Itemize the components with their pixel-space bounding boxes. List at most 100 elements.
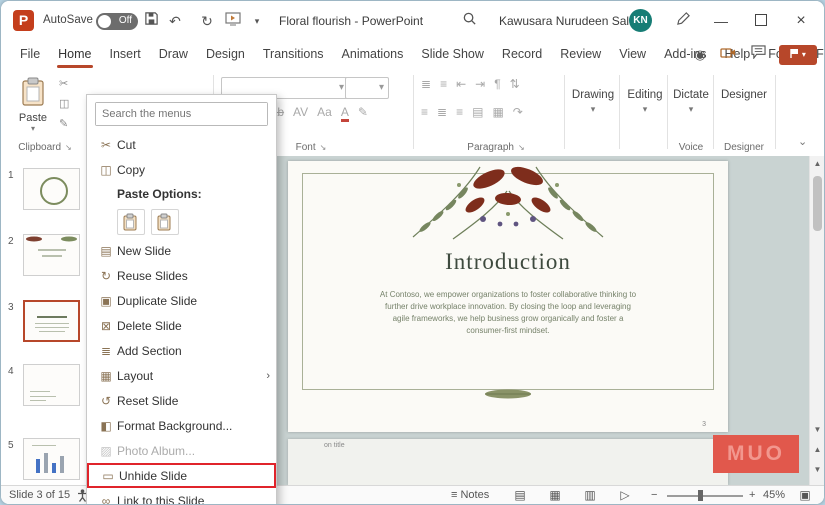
current-slide[interactable]: Introduction At Contoso, we empower orga… <box>288 161 728 432</box>
slide-counter[interactable]: Slide 3 of 15 <box>9 486 70 504</box>
thumbnail-preview[interactable] <box>23 438 80 480</box>
search-menus-input[interactable] <box>96 103 267 125</box>
designer-button[interactable]: Designer <box>717 89 771 101</box>
menu-tab-transitions[interactable]: Transitions <box>254 41 333 69</box>
format-painter-icon[interactable]: ✎ <box>59 117 69 130</box>
reading-view-button[interactable]: ▥ <box>579 486 601 504</box>
search-icon[interactable] <box>459 11 479 31</box>
menu-tab-file[interactable]: File <box>11 41 49 69</box>
redo-icon[interactable]: ↻ <box>197 11 217 31</box>
user-name[interactable]: Kawusara Nurudeen Salley <box>499 14 644 28</box>
dictate-button[interactable]: Dictate▾ <box>669 89 713 115</box>
context-item-format-background[interactable]: ◧Format Background... <box>87 413 276 438</box>
zoom-slider-thumb[interactable] <box>698 490 703 501</box>
close-button[interactable]: × <box>783 1 819 41</box>
powerpoint-logo-icon[interactable]: P <box>13 10 34 31</box>
autosave-toggle[interactable]: Off <box>96 13 138 30</box>
normal-view-button[interactable]: ▤ <box>509 486 531 504</box>
menu-tab-view[interactable]: View <box>610 41 655 69</box>
previous-slide-icon[interactable]: ▲︎ <box>810 442 824 457</box>
align-center-icon[interactable]: ≣ <box>437 105 447 119</box>
zoom-level[interactable]: 45% <box>763 486 785 504</box>
thumbnail-preview[interactable] <box>23 300 80 342</box>
menu-tab-draw[interactable]: Draw <box>150 41 197 69</box>
pen-icon[interactable] <box>673 11 693 31</box>
menu-tab-design[interactable]: Design <box>197 41 254 69</box>
font-size-combo[interactable]: ▾ <box>345 77 389 99</box>
next-slide-icon[interactable]: ▼︎ <box>810 462 824 477</box>
change-case-icon[interactable]: Aa <box>317 105 332 122</box>
next-slide-preview[interactable]: on title <box>288 439 728 485</box>
indent-increase-icon[interactable]: ⇥ <box>475 77 485 91</box>
context-item-new-slide[interactable]: ▤New Slide <box>87 238 276 263</box>
justify-icon[interactable]: ▤ <box>472 105 483 119</box>
thumbnail-preview[interactable] <box>23 168 80 210</box>
record-icon[interactable]: ◉ <box>689 45 711 65</box>
context-item-cut[interactable]: ✂Cut <box>87 132 276 157</box>
zoom-in-icon[interactable]: + <box>749 486 755 504</box>
collapse-ribbon-icon[interactable]: ⌄ <box>798 135 807 148</box>
notes-button[interactable]: ≡ Notes <box>451 486 489 504</box>
font-dialog-launcher-icon[interactable]: ↘ <box>320 143 327 152</box>
editing-button[interactable]: Editing▾ <box>623 89 667 115</box>
scrollbar-thumb[interactable] <box>813 176 822 231</box>
menu-tab-insert[interactable]: Insert <box>101 41 150 69</box>
menu-tab-animations[interactable]: Animations <box>333 41 413 69</box>
cut-icon[interactable]: ✂ <box>59 77 69 90</box>
align-left-icon[interactable]: ≡ <box>421 105 428 119</box>
paste-picture-icon[interactable] <box>151 209 179 235</box>
text-direction-icon[interactable]: ¶ <box>494 77 500 91</box>
indent-decrease-icon[interactable]: ⇤ <box>456 77 466 91</box>
comments-icon[interactable] <box>747 45 769 65</box>
save-icon[interactable] <box>141 11 161 31</box>
avatar[interactable]: KN <box>629 9 652 32</box>
context-item-copy[interactable]: ◫Copy <box>87 157 276 182</box>
context-item-reset-slide[interactable]: ↺Reset Slide <box>87 388 276 413</box>
scroll-down-icon[interactable]: ▼ <box>810 422 824 437</box>
minimize-button[interactable]: ― <box>703 1 739 41</box>
camera-icon[interactable] <box>717 45 739 65</box>
paragraph-dialog-launcher-icon[interactable]: ↘ <box>518 143 525 152</box>
zoom-out-icon[interactable]: − <box>651 486 657 504</box>
menu-tab-home[interactable]: Home <box>49 41 100 69</box>
start-slideshow-icon[interactable] <box>223 11 243 31</box>
bullets-icon[interactable]: ≣ <box>421 77 431 91</box>
share-button[interactable]: ▾ <box>779 45 817 65</box>
quick-access-dropdown-icon[interactable]: ▾ <box>247 11 267 31</box>
scroll-up-icon[interactable]: ▲ <box>810 156 824 171</box>
slide-title[interactable]: Introduction <box>288 249 728 275</box>
thumbnail-preview[interactable] <box>23 364 80 406</box>
context-item-duplicate-slide[interactable]: ▣Duplicate Slide <box>87 288 276 313</box>
font-color-icon[interactable]: A <box>341 105 349 122</box>
thumbnail-preview[interactable] <box>23 234 80 276</box>
slide-sorter-view-button[interactable]: ▦ <box>544 486 566 504</box>
highlight-color-icon[interactable]: ✎ <box>358 105 368 122</box>
menu-tab-record[interactable]: Record <box>493 41 551 69</box>
align-right-icon[interactable]: ≡ <box>456 105 463 119</box>
undo-icon[interactable]: ↶ <box>165 11 185 31</box>
context-item-reuse-slides[interactable]: ↻Reuse Slides <box>87 263 276 288</box>
slide-body-text[interactable]: At Contoso, we empower organizations to … <box>377 289 639 337</box>
copy-icon[interactable]: ◫ <box>59 97 69 110</box>
context-item-add-section[interactable]: ≣Add Section <box>87 338 276 363</box>
numbering-icon[interactable]: ≡ <box>440 77 447 91</box>
drawing-button[interactable]: Drawing▾ <box>569 89 617 115</box>
clipboard-dialog-launcher-icon[interactable]: ↘ <box>65 143 72 152</box>
context-item-delete-slide[interactable]: ⊠Delete Slide <box>87 313 276 338</box>
arrange-icon[interactable]: ↷ <box>513 105 523 119</box>
vertical-scrollbar[interactable]: ▲ ▼ ▲︎ ▼︎ <box>809 156 824 485</box>
slideshow-view-button[interactable]: ▷ <box>614 486 636 504</box>
paste-keep-formatting-icon[interactable] <box>117 209 145 235</box>
context-item-link-to-this-slide[interactable]: ∞Link to this Slide <box>87 488 276 504</box>
columns-icon[interactable]: ▦ <box>492 105 503 119</box>
line-spacing-icon[interactable]: ⇅ <box>510 77 520 91</box>
context-item-layout[interactable]: ▦Layout› <box>87 363 276 388</box>
character-spacing-icon[interactable]: AV <box>293 105 308 122</box>
context-menu-search[interactable] <box>95 102 268 126</box>
context-item-unhide-slide[interactable]: ▭Unhide Slide <box>87 463 276 488</box>
zoom-slider[interactable] <box>667 495 743 497</box>
menu-tab-slide-show[interactable]: Slide Show <box>412 41 493 69</box>
fit-to-window-icon[interactable]: ▣ <box>794 486 816 504</box>
context-item-photo-album[interactable]: ▨Photo Album... <box>87 438 276 463</box>
maximize-button[interactable] <box>743 1 779 41</box>
